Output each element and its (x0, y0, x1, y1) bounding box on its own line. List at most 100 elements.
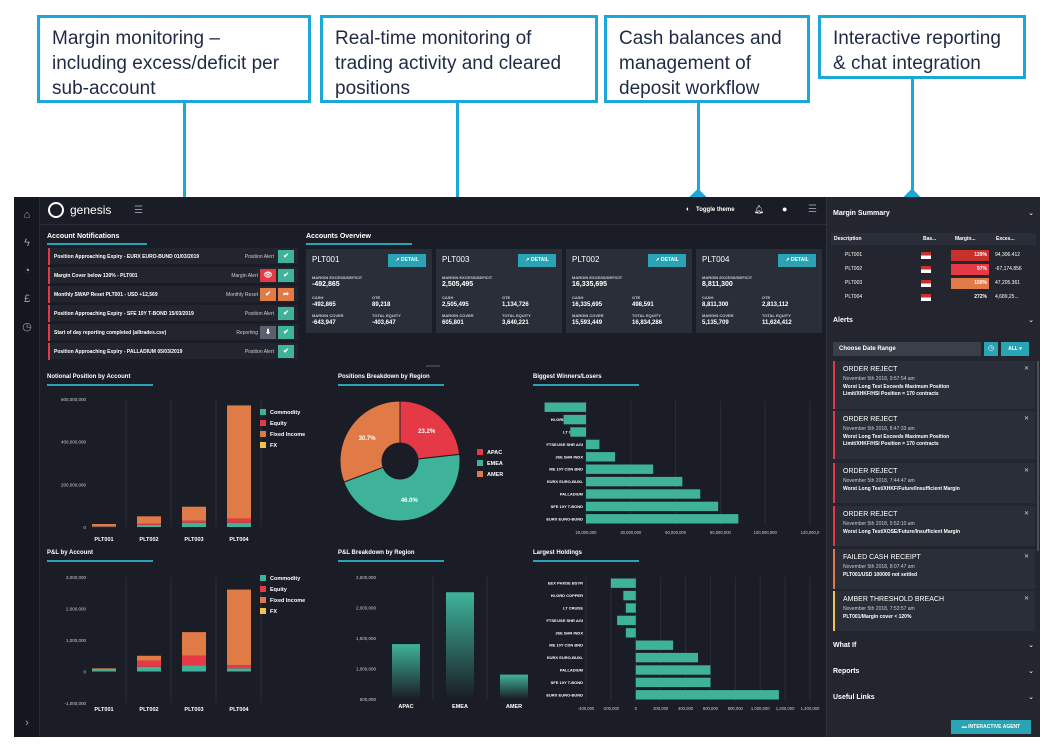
date-range-input[interactable]: Choose Date Range (833, 342, 981, 356)
bar-segment[interactable] (92, 668, 116, 670)
clock-filter-icon[interactable]: ◷ (984, 342, 998, 356)
bar-segment[interactable] (137, 660, 161, 667)
bar-segment[interactable] (137, 523, 161, 525)
user-icon[interactable]: ● (782, 204, 787, 214)
notification-action-button[interactable]: ✔ (278, 269, 294, 282)
bar[interactable] (500, 674, 528, 699)
alert-item[interactable]: ORDER REJECT November 5th 2018, 7:44:47 a… (833, 463, 1035, 503)
notification-item[interactable]: Position Approaching Expiry - EURX EURO-… (48, 248, 298, 265)
lightning-icon[interactable]: ϟ (19, 235, 35, 251)
column-header[interactable]: Description (834, 236, 862, 242)
bar-segment[interactable] (227, 589, 251, 666)
bar-segment[interactable] (137, 524, 161, 527)
notification-action-button[interactable]: ✔ (260, 288, 276, 301)
alert-item[interactable]: ORDER REJECT November 5th 2018, 9:57:54 a… (833, 361, 1035, 409)
bar-segment[interactable] (92, 669, 116, 672)
chevron-down-icon[interactable]: ⌄ (1028, 667, 1034, 675)
close-icon[interactable]: ✕ (1024, 365, 1029, 372)
resize-handle[interactable] (426, 365, 440, 367)
margin-summary-row[interactable]: PLT002 97% -67,174.856 (831, 263, 1036, 276)
alert-item[interactable]: ORDER REJECT November 5th 2018, 5:52:10 a… (833, 506, 1035, 546)
bar[interactable] (635, 690, 779, 700)
interactive-agent-button[interactable]: ▬ INTERACTIVE AGENT (951, 720, 1031, 734)
bar-segment[interactable] (227, 518, 251, 523)
bar[interactable] (623, 590, 636, 601)
bar[interactable] (635, 640, 674, 650)
notification-action-button[interactable]: ⬇ (260, 326, 276, 339)
bar-segment[interactable] (137, 666, 161, 672)
bar[interactable] (586, 489, 701, 499)
toggle-theme-button[interactable]: Toggle theme (696, 207, 735, 213)
alerts-filter-dropdown[interactable]: ALL ▾ (1001, 342, 1029, 356)
notification-action-button[interactable]: ✔ (278, 250, 294, 263)
bar-segment[interactable] (182, 520, 206, 523)
bar-segment[interactable] (182, 506, 206, 521)
chevron-down-icon[interactable]: ⌄ (1028, 316, 1034, 324)
bar[interactable] (610, 578, 636, 588)
notification-item[interactable]: Margin Cover below 130% - PLT001 Margin A… (48, 267, 298, 284)
what-if-section[interactable]: What If (833, 642, 856, 649)
margin-summary-row[interactable]: PLT003 159% 47,205.361 (831, 277, 1036, 290)
bar[interactable] (586, 452, 616, 462)
notification-item[interactable]: Start of day reporting completed (alltra… (48, 324, 298, 341)
bar[interactable] (625, 628, 636, 638)
home-icon[interactable]: ⌂ (19, 207, 35, 223)
notification-action-button[interactable]: ✔ (278, 345, 294, 358)
bar[interactable] (586, 476, 683, 487)
close-icon[interactable]: ✕ (1024, 595, 1029, 602)
bar-segment[interactable] (182, 655, 206, 666)
column-header[interactable]: Margin... (955, 236, 976, 242)
bar-segment[interactable] (92, 526, 116, 528)
menu-icon[interactable]: ☰ (808, 204, 817, 215)
notification-action-button[interactable]: ✔ (278, 326, 294, 339)
detail-button[interactable]: ↗ DETAIL (778, 254, 816, 267)
chevron-down-icon[interactable]: ⌄ (1028, 641, 1034, 649)
bar[interactable] (635, 665, 711, 675)
bar-segment[interactable] (182, 665, 206, 672)
bar-segment[interactable] (137, 655, 161, 661)
toggle-theme-icon[interactable]: ◐ (686, 206, 690, 213)
alert-item[interactable]: AMBER THRESHOLD BREACH November 5th 2018,… (833, 591, 1035, 631)
bar[interactable] (544, 402, 586, 412)
bar-segment[interactable] (182, 632, 206, 656)
close-icon[interactable]: ✕ (1024, 467, 1029, 474)
bar[interactable] (586, 501, 719, 512)
reports-section[interactable]: Reports (833, 668, 859, 675)
margin-summary-row[interactable]: PLT004 272% 4,689,25... (831, 291, 1036, 304)
hamburger-menu-icon[interactable]: ☰ (134, 205, 143, 216)
alerts-scrollbar[interactable] (1037, 361, 1039, 551)
notification-action-button[interactable]: 👁︎ (260, 269, 276, 282)
bar-segment[interactable] (227, 665, 251, 669)
bar[interactable] (392, 644, 420, 699)
gauge-icon[interactable]: ◔ (19, 263, 35, 279)
notification-item[interactable]: Position Approaching Expiry - SFE 10Y T-… (48, 305, 298, 322)
bar-segment[interactable] (227, 522, 251, 527)
bar[interactable] (446, 592, 474, 699)
bell-icon[interactable]: 🔔︎ (754, 205, 764, 214)
bar-segment[interactable] (92, 524, 116, 527)
chevron-down-icon[interactable]: ⌄ (1028, 209, 1034, 217)
bar[interactable] (570, 427, 586, 437)
bar-segment[interactable] (182, 522, 206, 527)
detail-button[interactable]: ↗ DETAIL (648, 254, 686, 267)
detail-button[interactable]: ↗ DETAIL (388, 254, 426, 267)
bar[interactable] (586, 439, 600, 450)
clock-icon[interactable]: ◷ (19, 319, 35, 335)
bar[interactable] (625, 603, 636, 613)
close-icon[interactable]: ✕ (1024, 415, 1029, 422)
expand-icon[interactable]: › (19, 715, 35, 731)
bar[interactable] (635, 677, 711, 688)
pound-icon[interactable]: £ (19, 291, 35, 307)
margin-summary-row[interactable]: PLT001 129% 94,306.412 (831, 249, 1036, 262)
bar[interactable] (635, 652, 698, 663)
notification-item[interactable]: Position Approaching Expiry - PALLADIUM … (48, 343, 298, 360)
detail-button[interactable]: ↗ DETAIL (518, 254, 556, 267)
notification-action-button[interactable]: ✔ (278, 307, 294, 320)
chevron-down-icon[interactable]: ⌄ (1028, 693, 1034, 701)
bar[interactable] (586, 464, 654, 474)
close-icon[interactable]: ✕ (1024, 553, 1029, 560)
bar-segment[interactable] (137, 516, 161, 524)
bar[interactable] (617, 615, 636, 626)
alert-item[interactable]: FAILED CASH RECEIPT November 5th 2018, 8:… (833, 549, 1035, 589)
bar-segment[interactable] (227, 668, 251, 672)
